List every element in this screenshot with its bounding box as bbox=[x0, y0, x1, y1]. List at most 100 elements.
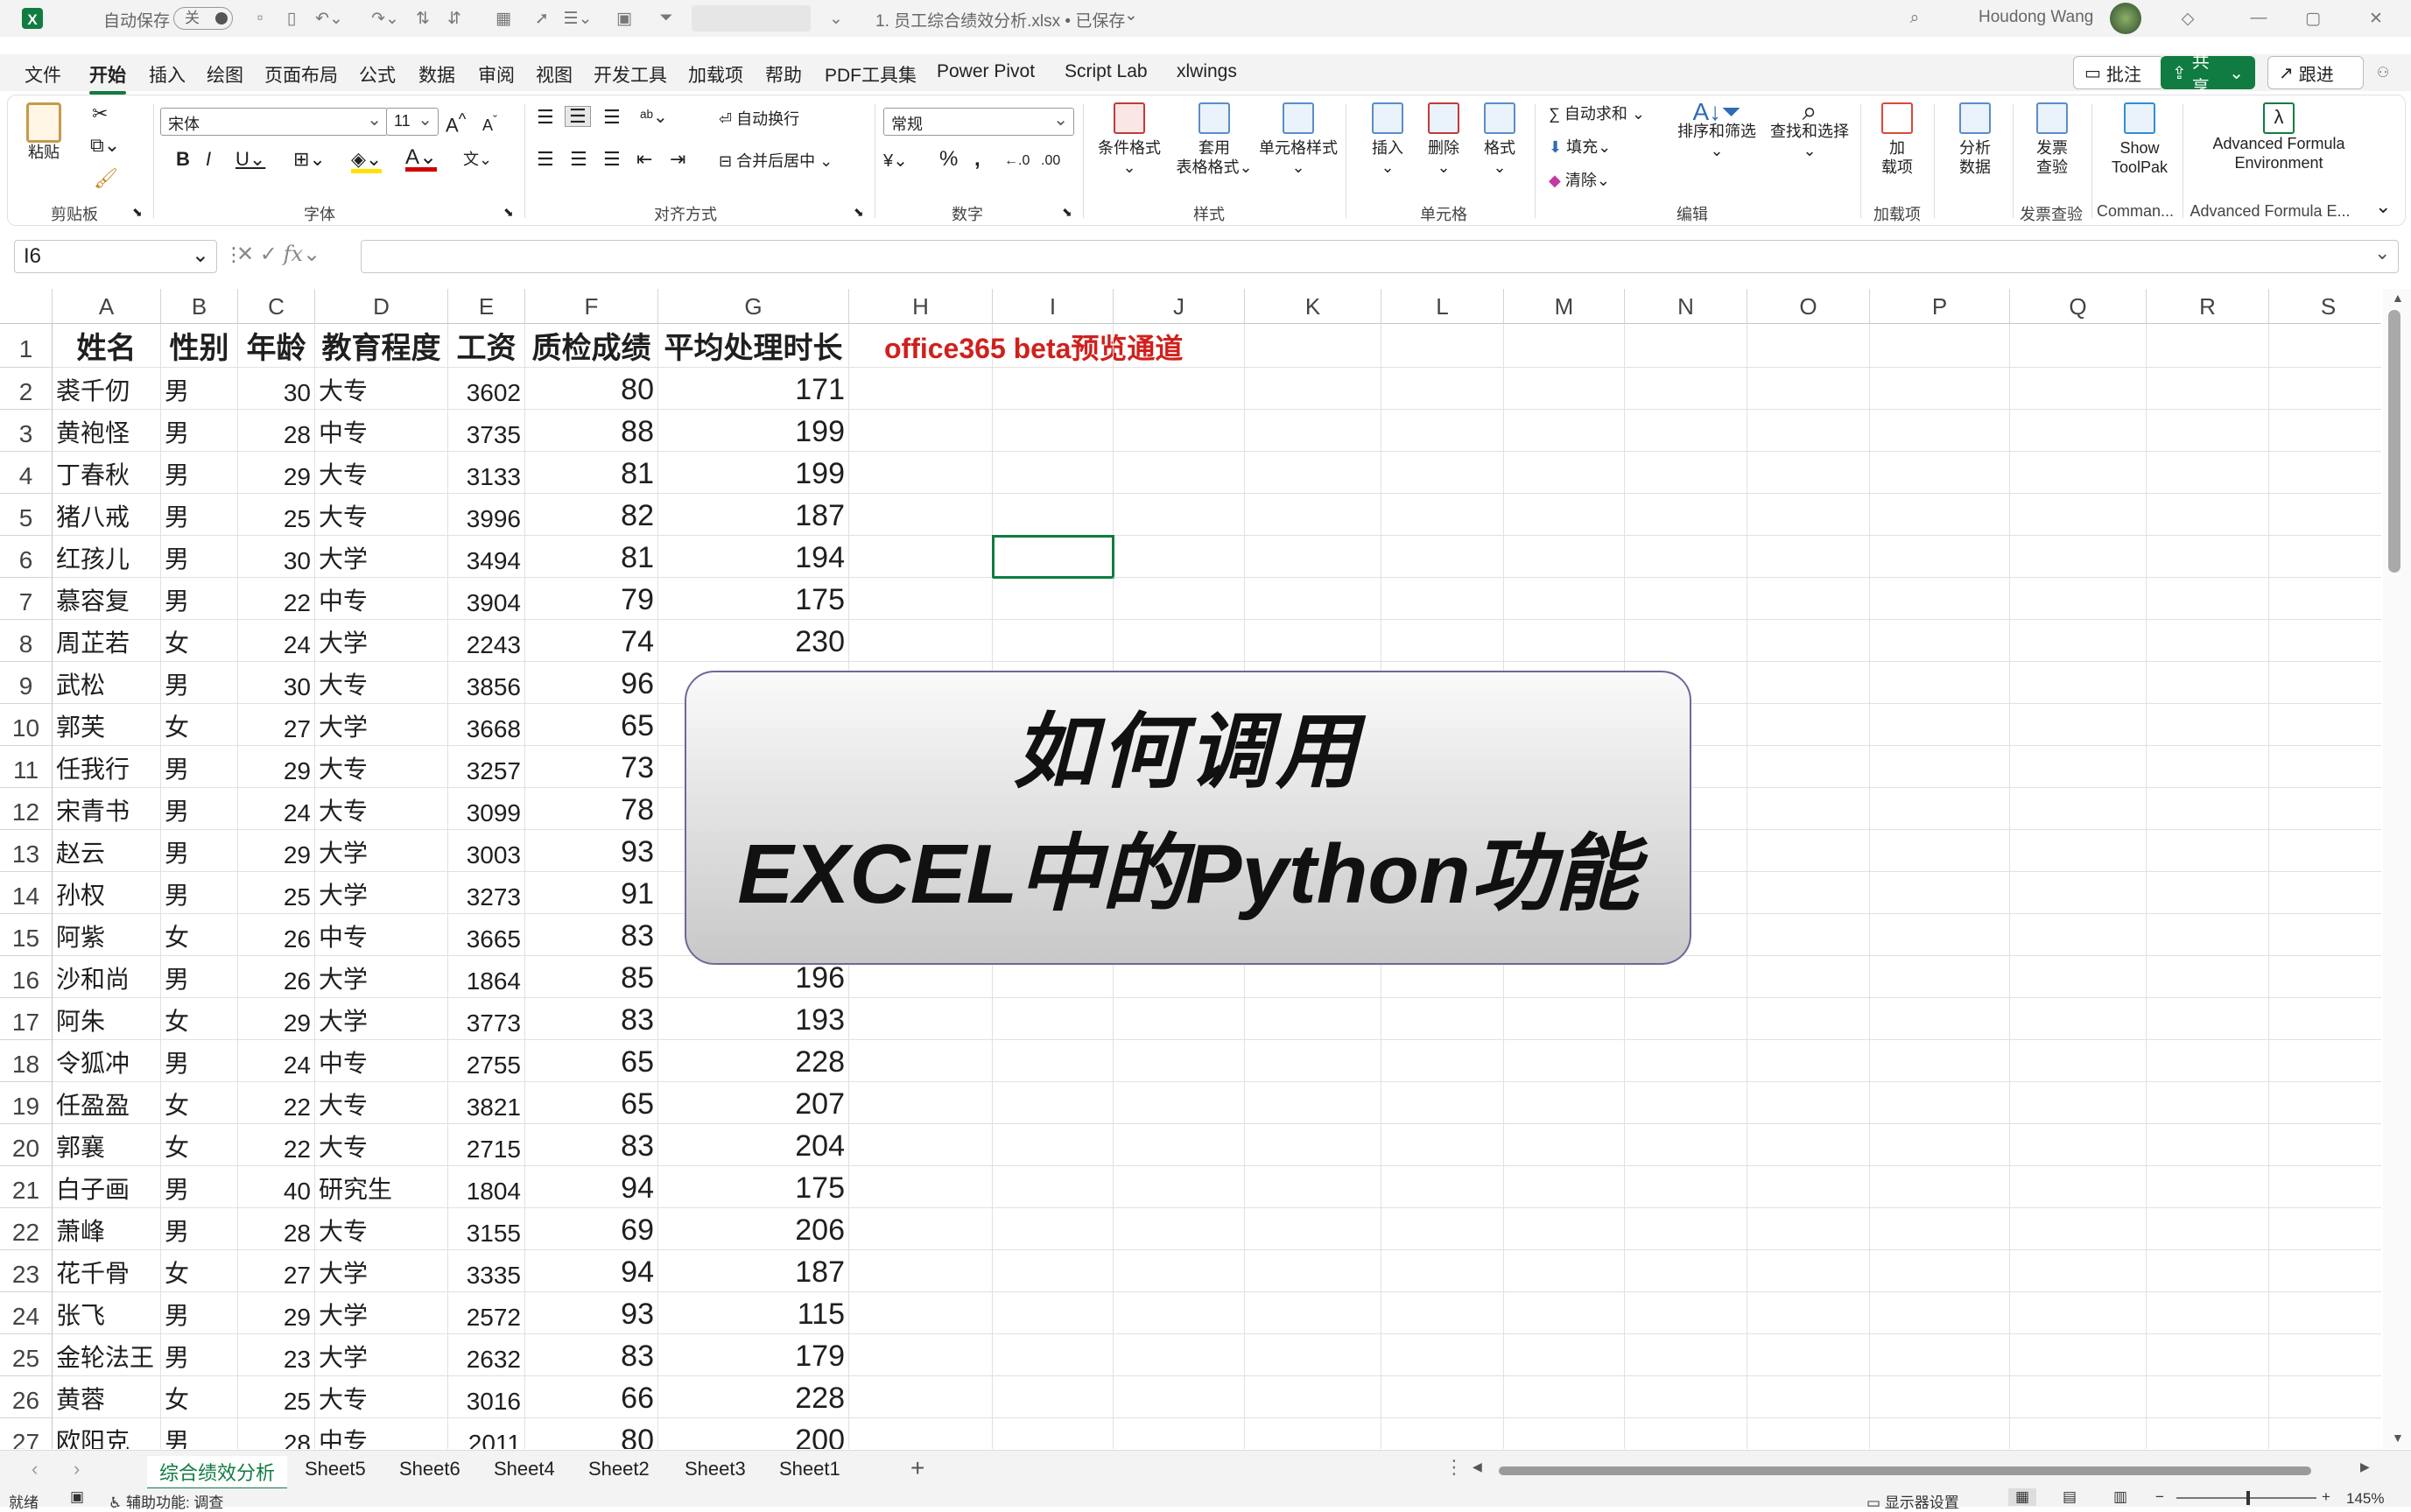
grid-cell[interactable] bbox=[1245, 1166, 1381, 1208]
grid-cell[interactable] bbox=[849, 1040, 993, 1082]
grid-cell[interactable] bbox=[1381, 1040, 1504, 1082]
table-cell[interactable]: 80 bbox=[525, 368, 658, 410]
table-cell[interactable]: 199 bbox=[658, 452, 849, 494]
table-cell[interactable]: 大专 bbox=[315, 368, 448, 410]
grid-cell[interactable] bbox=[2147, 368, 2269, 410]
grid-cell[interactable] bbox=[2269, 1250, 2381, 1292]
grid-cell[interactable] bbox=[1870, 998, 2010, 1040]
grid-cell[interactable] bbox=[1870, 1334, 2010, 1376]
add-sheet-button[interactable]: + bbox=[910, 1454, 924, 1482]
row-header[interactable]: 26 bbox=[0, 1376, 53, 1418]
grid-cell[interactable] bbox=[1747, 1250, 1870, 1292]
grid-cell[interactable] bbox=[2269, 368, 2381, 410]
tab-file[interactable]: 文件 bbox=[19, 60, 67, 89]
grid-cell[interactable] bbox=[1870, 830, 2010, 872]
table-cell[interactable]: 裘千仞 bbox=[53, 368, 161, 410]
grid-cell[interactable] bbox=[2147, 620, 2269, 662]
grid-cell[interactable] bbox=[993, 1292, 1114, 1334]
table-cell[interactable]: 94 bbox=[525, 1250, 658, 1292]
table-cell[interactable]: 黄袍怪 bbox=[53, 410, 161, 452]
italic-icon[interactable]: I bbox=[206, 150, 211, 169]
table-cell[interactable]: 28 bbox=[238, 1418, 315, 1449]
table-cell[interactable]: 3099 bbox=[448, 788, 525, 830]
grid-cell[interactable] bbox=[849, 1334, 993, 1376]
table-cell[interactable]: 丁春秋 bbox=[53, 452, 161, 494]
grid-cell[interactable] bbox=[1870, 872, 2010, 914]
table-cell[interactable]: 3155 bbox=[448, 1208, 525, 1250]
font-name-select[interactable]: 宋体 bbox=[160, 108, 388, 136]
table-cell[interactable]: 张飞 bbox=[53, 1292, 161, 1334]
tab-xlwings[interactable]: xlwings bbox=[1171, 60, 1242, 84]
grid-cell[interactable] bbox=[1245, 1040, 1381, 1082]
grid-cell[interactable] bbox=[1747, 1166, 1870, 1208]
grid-cell[interactable] bbox=[2147, 872, 2269, 914]
row-header[interactable]: 5 bbox=[0, 494, 53, 536]
table-cell[interactable]: 65 bbox=[525, 1082, 658, 1124]
grid-cell[interactable] bbox=[2010, 578, 2147, 620]
table-cell[interactable]: 3133 bbox=[448, 452, 525, 494]
grid-cell[interactable] bbox=[1747, 830, 1870, 872]
align-middle-icon[interactable]: ☰ bbox=[565, 106, 591, 127]
increase-indent-icon[interactable]: ⇥ bbox=[670, 150, 685, 169]
grid-cell[interactable] bbox=[2010, 452, 2147, 494]
table-cell[interactable]: 175 bbox=[658, 578, 849, 620]
grid-cell[interactable] bbox=[1504, 1250, 1625, 1292]
row-header[interactable]: 18 bbox=[0, 1040, 53, 1082]
save-icon[interactable]: ▫ bbox=[247, 4, 273, 33]
grid-cell[interactable] bbox=[1625, 410, 1747, 452]
table-cell[interactable]: 82 bbox=[525, 494, 658, 536]
grid-cell[interactable] bbox=[2147, 1166, 2269, 1208]
header-cell[interactable]: 教育程度 bbox=[315, 324, 448, 368]
grid-cell[interactable] bbox=[1625, 324, 1747, 368]
align-top-icon[interactable]: ☰ bbox=[537, 108, 554, 127]
grid-cell[interactable] bbox=[1114, 452, 1245, 494]
table-cell[interactable]: 男 bbox=[161, 830, 238, 872]
table-cell[interactable]: 26 bbox=[238, 956, 315, 998]
grid-cell[interactable] bbox=[849, 368, 993, 410]
table-cell[interactable]: 29 bbox=[238, 1292, 315, 1334]
table-cell[interactable]: 83 bbox=[525, 1334, 658, 1376]
minimize-icon[interactable]: — bbox=[2241, 4, 2276, 33]
grid-cell[interactable] bbox=[2010, 1208, 2147, 1250]
grid-cell[interactable] bbox=[1747, 410, 1870, 452]
row-header[interactable]: 17 bbox=[0, 998, 53, 1040]
grid-cell[interactable] bbox=[1870, 410, 2010, 452]
fill-color-icon[interactable]: ◈⌄ bbox=[351, 150, 383, 173]
grid-cell[interactable] bbox=[1747, 1124, 1870, 1166]
grid-cell[interactable] bbox=[2010, 1418, 2147, 1449]
table-cell[interactable]: 宋青书 bbox=[53, 788, 161, 830]
grid-cell[interactable] bbox=[1245, 452, 1381, 494]
decrease-decimal-icon[interactable]: .00 bbox=[1041, 151, 1060, 171]
grid-cell[interactable] bbox=[1381, 1082, 1504, 1124]
grid-cell[interactable] bbox=[1114, 410, 1245, 452]
grid-cell[interactable] bbox=[1747, 914, 1870, 956]
grid-cell[interactable] bbox=[1625, 1292, 1747, 1334]
row-header[interactable]: 27 bbox=[0, 1418, 53, 1449]
table-cell[interactable]: 中专 bbox=[315, 410, 448, 452]
grid-cell[interactable] bbox=[2147, 536, 2269, 578]
grid-cell[interactable] bbox=[1747, 788, 1870, 830]
grid-cell[interactable] bbox=[2147, 1376, 2269, 1418]
table-cell[interactable]: 96 bbox=[525, 662, 658, 704]
align-right-icon[interactable]: ☰ bbox=[603, 150, 621, 169]
table-cell[interactable]: 3773 bbox=[448, 998, 525, 1040]
grid-cell[interactable] bbox=[1504, 494, 1625, 536]
table-cell[interactable]: 金轮法王 bbox=[53, 1334, 161, 1376]
table-cell[interactable]: 3602 bbox=[448, 368, 525, 410]
zoom-level[interactable]: 145% bbox=[2346, 1490, 2384, 1508]
select-all-corner[interactable] bbox=[0, 289, 53, 324]
grid-cell[interactable] bbox=[1245, 536, 1381, 578]
table-cell[interactable]: 大专 bbox=[315, 1376, 448, 1418]
column-header[interactable]: Q bbox=[2010, 289, 2147, 324]
table-cell[interactable]: 男 bbox=[161, 1040, 238, 1082]
align-left-icon[interactable]: ☰ bbox=[537, 150, 554, 169]
column-header[interactable]: J bbox=[1114, 289, 1245, 324]
table-cell[interactable]: 大专 bbox=[315, 1124, 448, 1166]
table-cell[interactable]: 199 bbox=[658, 410, 849, 452]
grid-cell[interactable] bbox=[2269, 452, 2381, 494]
table-cell[interactable]: 83 bbox=[525, 1124, 658, 1166]
row-header[interactable]: 15 bbox=[0, 914, 53, 956]
grid-cell[interactable] bbox=[1870, 662, 2010, 704]
row-header[interactable]: 22 bbox=[0, 1208, 53, 1250]
grid-cell[interactable] bbox=[1870, 746, 2010, 788]
